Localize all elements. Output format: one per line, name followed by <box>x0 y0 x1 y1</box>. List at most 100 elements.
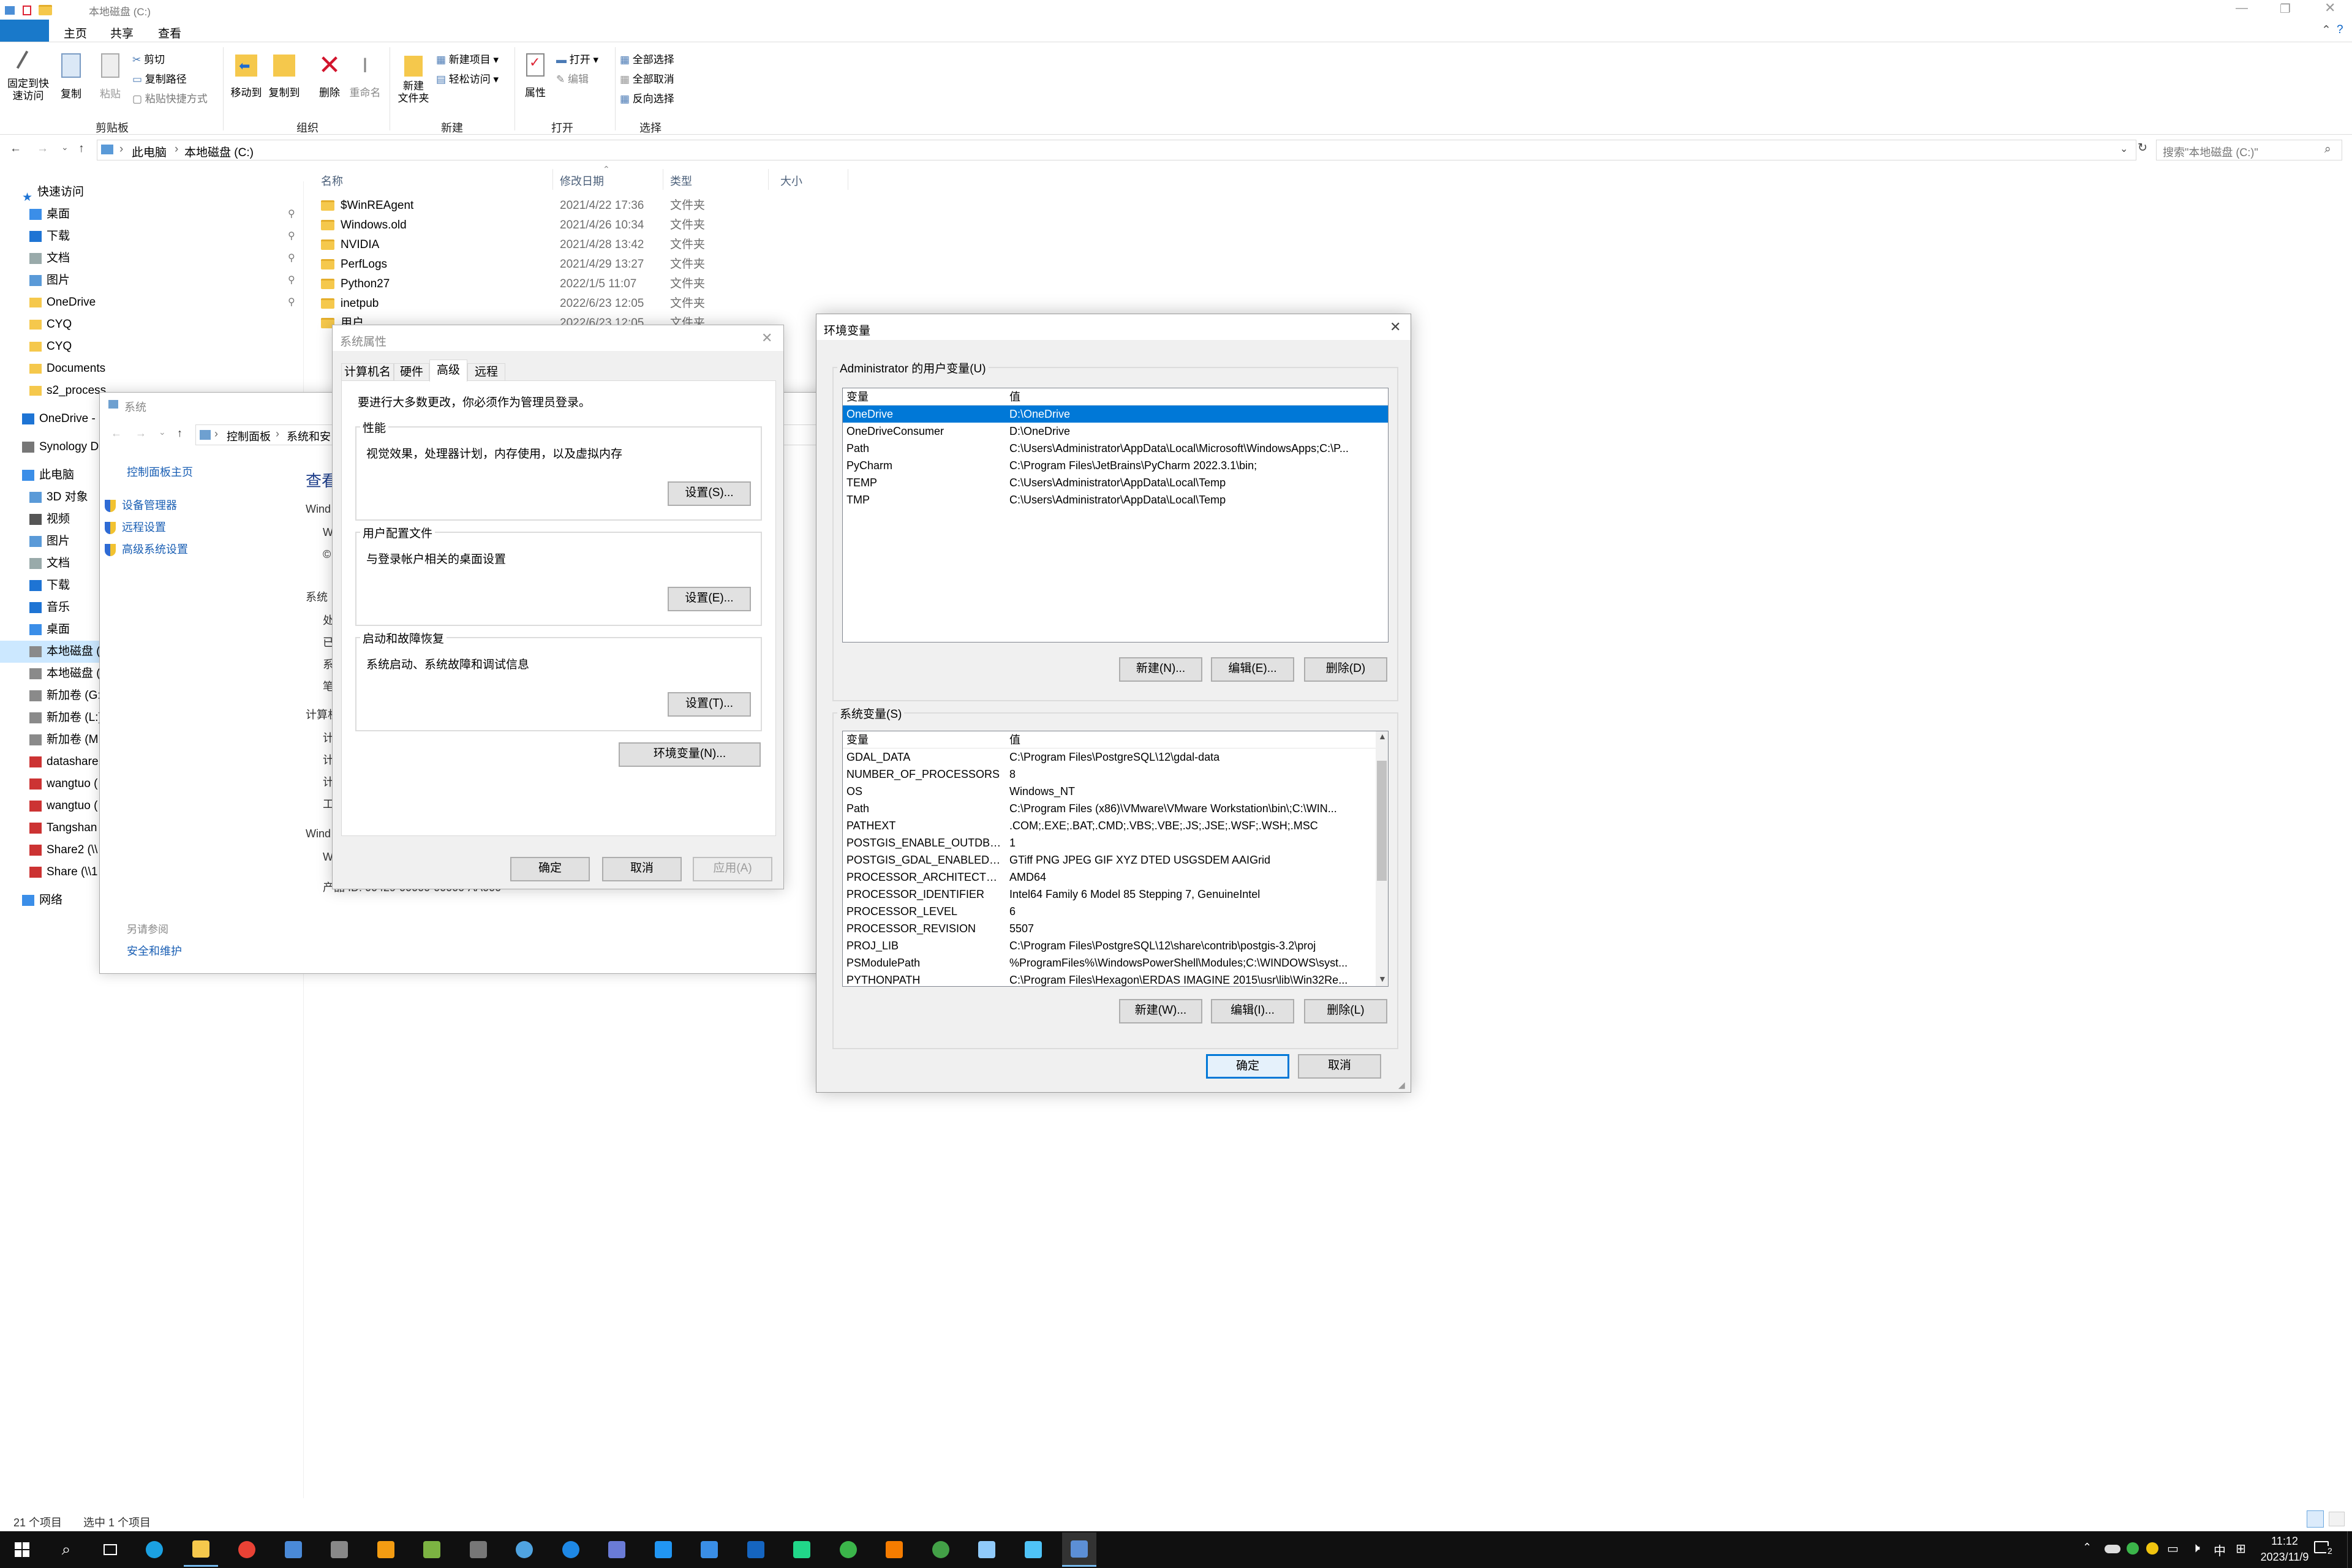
user-profiles-settings-button[interactable]: 设置(E)... <box>668 587 751 611</box>
move-to-button[interactable]: ⬅ 移动到 <box>228 51 265 99</box>
taskbar-app-button[interactable] <box>183 1532 218 1567</box>
taskbar-app-button[interactable] <box>1016 1532 1050 1567</box>
taskbar-app-button[interactable] <box>877 1532 911 1567</box>
tab-view[interactable]: 查看 <box>158 24 181 41</box>
large-icons-view-icon[interactable] <box>2329 1512 2345 1526</box>
link-device-manager[interactable]: 设备管理器 <box>105 497 177 513</box>
system-variables-list[interactable]: 变量 值 GDAL_DATA C:\Program Files\PostgreSQ… <box>842 731 1389 987</box>
forward-arrow-icon[interactable]: → <box>37 142 48 156</box>
vertical-scrollbar[interactable]: ▲ ▼ <box>1376 731 1388 986</box>
new-item-button[interactable]: ▦ 新建项目 ▾ <box>436 51 499 66</box>
variable-row[interactable]: NUMBER_OF_PROCESSORS 8 <box>843 766 1388 783</box>
user-variables-list[interactable]: 变量 值 OneDrive D:\OneDrive OneDriveConsumer… <box>842 388 1389 643</box>
user-new-button[interactable]: 新建(N)... <box>1119 657 1202 682</box>
copy-path-button[interactable]: ▭ 复制路径 <box>132 70 187 86</box>
taskbar-app-button[interactable] <box>461 1532 496 1567</box>
col-value[interactable]: 值 <box>1009 388 1386 405</box>
new-folder-button[interactable]: 新建 文件夹 <box>394 51 432 105</box>
taskbar-app-button[interactable] <box>970 1532 1004 1567</box>
system-home-link[interactable]: 控制面板主页 <box>127 464 193 480</box>
taskbar-app-button[interactable] <box>1062 1532 1096 1567</box>
nav-item[interactable]: 下载 ⚲ <box>0 225 304 247</box>
cancel-button[interactable]: 取消 <box>1298 1054 1381 1079</box>
minimize-button[interactable]: — <box>2236 1 2248 15</box>
tab-computer-name[interactable]: 计算机名 <box>341 363 394 380</box>
paste-shortcut-button[interactable]: ▢ 粘贴快捷方式 <box>132 90 208 105</box>
variable-row[interactable]: PROCESSOR_LEVEL 6 <box>843 903 1388 920</box>
invert-selection-button[interactable]: ▦ 反向选择 <box>620 90 674 105</box>
open-button[interactable]: ▬ 打开 ▾ <box>556 51 598 66</box>
copy-to-button[interactable]: 复制到 <box>266 51 303 99</box>
link-security-maintenance[interactable]: 安全和维护 <box>127 943 182 959</box>
scroll-thumb[interactable] <box>1377 761 1387 881</box>
easy-access-button[interactable]: ▤ 轻松访问 ▾ <box>436 70 499 86</box>
show-desktop-button[interactable] <box>2347 1531 2352 1568</box>
breadcrumb-local-disk[interactable]: 本地磁盘 (C:) <box>184 143 254 160</box>
start-button[interactable] <box>5 1532 39 1567</box>
tab-hardware[interactable]: 硬件 <box>394 363 429 380</box>
cancel-button[interactable]: 取消 <box>602 857 682 881</box>
quick-access-toolbar[interactable] <box>5 4 78 16</box>
select-all-button[interactable]: ▦ 全部选择 <box>620 51 674 66</box>
breadcrumb-system-security[interactable]: 系统和安 <box>287 428 331 444</box>
up-arrow-icon[interactable]: ↑ <box>177 427 183 440</box>
col-name[interactable]: 名称 <box>321 173 343 189</box>
taskbar-app-button[interactable] <box>415 1532 449 1567</box>
taskbar-app-button[interactable] <box>831 1532 865 1567</box>
volume-icon[interactable]: 🕨 <box>2192 1540 2200 1556</box>
variable-row[interactable]: POSTGIS_GDAL_ENABLED_D... GTiff PNG JPEG … <box>843 851 1388 869</box>
ime-indicator[interactable]: 中 <box>2214 1541 2226 1559</box>
resize-grip-icon[interactable]: ◢ <box>1398 1080 1405 1090</box>
link-remote-settings[interactable]: 远程设置 <box>105 519 166 535</box>
task-view-button[interactable] <box>93 1532 127 1567</box>
notification-button[interactable]: 2 <box>2313 1540 2334 1558</box>
taskbar-app-button[interactable] <box>322 1532 356 1567</box>
close-icon[interactable]: ✕ <box>1390 319 1401 335</box>
col-type[interactable]: 类型 <box>670 173 692 189</box>
variable-row[interactable]: OneDriveConsumer D:\OneDrive <box>843 423 1388 440</box>
ok-button[interactable]: 确定 <box>1206 1054 1289 1079</box>
file-row[interactable]: Python27 2022/1/5 11:07 文件夹 <box>309 274 860 294</box>
file-row[interactable]: PerfLogs 2021/4/29 13:27 文件夹 <box>309 255 860 274</box>
close-icon[interactable]: ✕ <box>761 330 772 346</box>
variable-row[interactable]: PROJ_LIB C:\Program Files\PostgreSQL\12\s… <box>843 937 1388 954</box>
variable-row[interactable]: TEMP C:\Users\Administrator\AppData\Local… <box>843 474 1388 491</box>
delete-button[interactable]: ✕ 删除 <box>311 51 348 99</box>
system-delete-button[interactable]: 删除(L) <box>1304 999 1387 1023</box>
taskbar-app-button[interactable] <box>230 1532 264 1567</box>
select-none-button[interactable]: ▦ 全部取消 <box>620 70 674 86</box>
paste-button[interactable]: 粘贴 <box>93 51 127 100</box>
system-new-button[interactable]: 新建(W)... <box>1119 999 1202 1023</box>
file-row[interactable]: NVIDIA 2021/4/28 13:42 文件夹 <box>309 235 860 255</box>
variable-row[interactable]: PROCESSOR_REVISION 5507 <box>843 920 1388 937</box>
col-variable[interactable]: 变量 <box>846 388 1003 405</box>
network-tray-icon[interactable]: ▭ <box>2167 1541 2179 1556</box>
taskbar-app-button[interactable] <box>369 1532 403 1567</box>
tab-share[interactable]: 共享 <box>110 24 134 41</box>
col-size[interactable]: 大小 <box>780 173 802 189</box>
new-folder-qat-icon[interactable] <box>39 5 53 16</box>
tray-overflow-icon[interactable]: ⌃ <box>2082 1541 2092 1554</box>
environment-variables-button[interactable]: 环境变量(N)... <box>619 742 761 767</box>
tab-home[interactable]: 主页 <box>64 24 87 41</box>
pin-quick-access-button[interactable]: 固定到快 速访问 <box>5 50 51 122</box>
taskbar-app-button[interactable] <box>739 1532 773 1567</box>
ok-button[interactable]: 确定 <box>510 857 590 881</box>
variable-row[interactable]: PROCESSOR_ARCHITECTURE AMD64 <box>843 869 1388 886</box>
startup-recovery-settings-button[interactable]: 设置(T)... <box>668 692 751 717</box>
wechat-tray-icon[interactable] <box>2127 1542 2139 1555</box>
up-arrow-icon[interactable]: ↑ <box>78 142 85 156</box>
variable-row[interactable]: PROCESSOR_IDENTIFIER Intel64 Family 6 Mod… <box>843 886 1388 903</box>
forward-arrow-icon[interactable]: → <box>135 427 146 440</box>
user-delete-button[interactable]: 删除(D) <box>1304 657 1387 682</box>
apply-button[interactable]: 应用(A) <box>693 857 772 881</box>
col-variable[interactable]: 变量 <box>846 731 1003 748</box>
recent-chevron-icon[interactable]: ⌄ <box>159 427 166 437</box>
col-date[interactable]: 修改日期 <box>560 173 604 189</box>
help-icon[interactable]: ? <box>2337 23 2343 37</box>
breadcrumb-this-pc[interactable]: 此电脑 <box>132 143 167 160</box>
recent-chevron-icon[interactable]: ⌄ <box>61 142 69 153</box>
variable-row[interactable]: Path C:\Program Files (x86)\VMware\VMware… <box>843 800 1388 817</box>
ribbon-collapse-icon[interactable]: ⌃ <box>2321 23 2331 37</box>
variable-row[interactable]: PSModulePath %ProgramFiles%\WindowsPowerS… <box>843 954 1388 971</box>
